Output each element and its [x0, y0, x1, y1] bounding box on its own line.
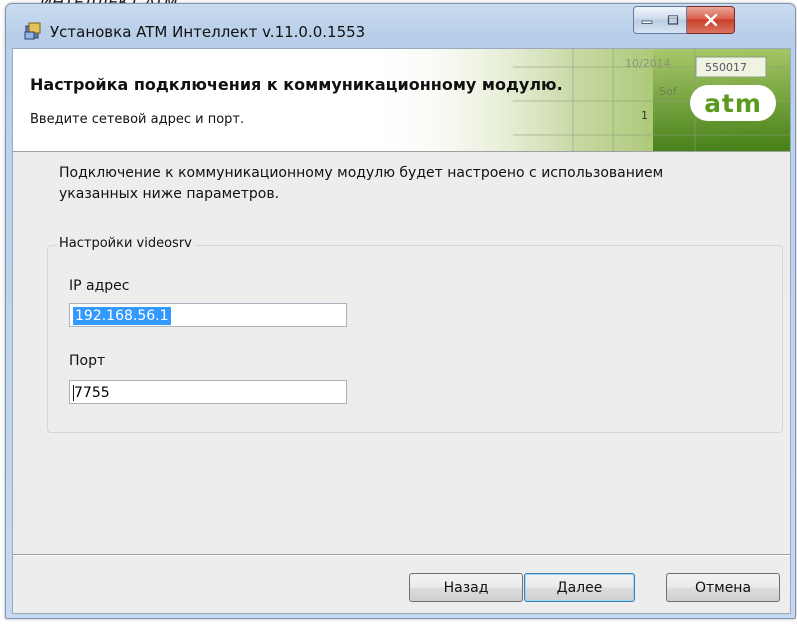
banner-art-label-sof: Sof [659, 85, 677, 98]
atm-logo: atm [690, 85, 776, 121]
port-label: Порт [69, 353, 106, 369]
banner-subheading: Введите сетевой адрес и порт. [30, 112, 245, 127]
footer-separator [13, 554, 790, 556]
maximize-icon [667, 15, 679, 25]
videosrv-settings-group [47, 245, 783, 433]
wizard-banner: 10/2014 550017 Sof 1 Настройка подключен… [13, 49, 790, 152]
close-icon [704, 14, 717, 26]
port-input[interactable]: 7755 [69, 380, 347, 404]
ip-address-label: IP адрес [69, 278, 130, 294]
description-text: Подключение к коммуникационному модулю б… [59, 165, 664, 202]
banner-art-label-code: 550017 [705, 61, 747, 74]
cancel-button[interactable]: Отмена [666, 573, 780, 602]
maximize-button[interactable] [660, 6, 687, 34]
minimize-icon [641, 20, 653, 24]
ip-address-input[interactable]: 192.168.56.1 [69, 303, 347, 327]
close-button[interactable] [687, 6, 735, 34]
title-bar[interactable]: Установка ATM Интеллект v.11.0.0.1553 [6, 4, 795, 52]
banner-art-label-date: 10/2014 [625, 57, 671, 70]
banner-heading: Настройка подключения к коммуникационном… [30, 75, 563, 94]
minimize-button[interactable] [633, 6, 661, 34]
banner-art-label-one: 1 [641, 109, 648, 122]
window-title: Установка ATM Интеллект v.11.0.0.1553 [50, 23, 366, 41]
back-button[interactable]: Назад [409, 573, 523, 602]
installer-window: Установка ATM Интеллект v.11.0.0.1553 10… [5, 3, 796, 619]
installer-app-icon [24, 22, 41, 40]
ip-address-value: 192.168.56.1 [73, 307, 171, 325]
banner-background-art [13, 49, 790, 151]
wizard-client-area: 10/2014 550017 Sof 1 Настройка подключен… [12, 48, 791, 614]
next-button[interactable]: Далее [524, 573, 635, 602]
group-legend: Настройки videosrv [56, 236, 195, 251]
port-value: 7755 [74, 385, 110, 401]
